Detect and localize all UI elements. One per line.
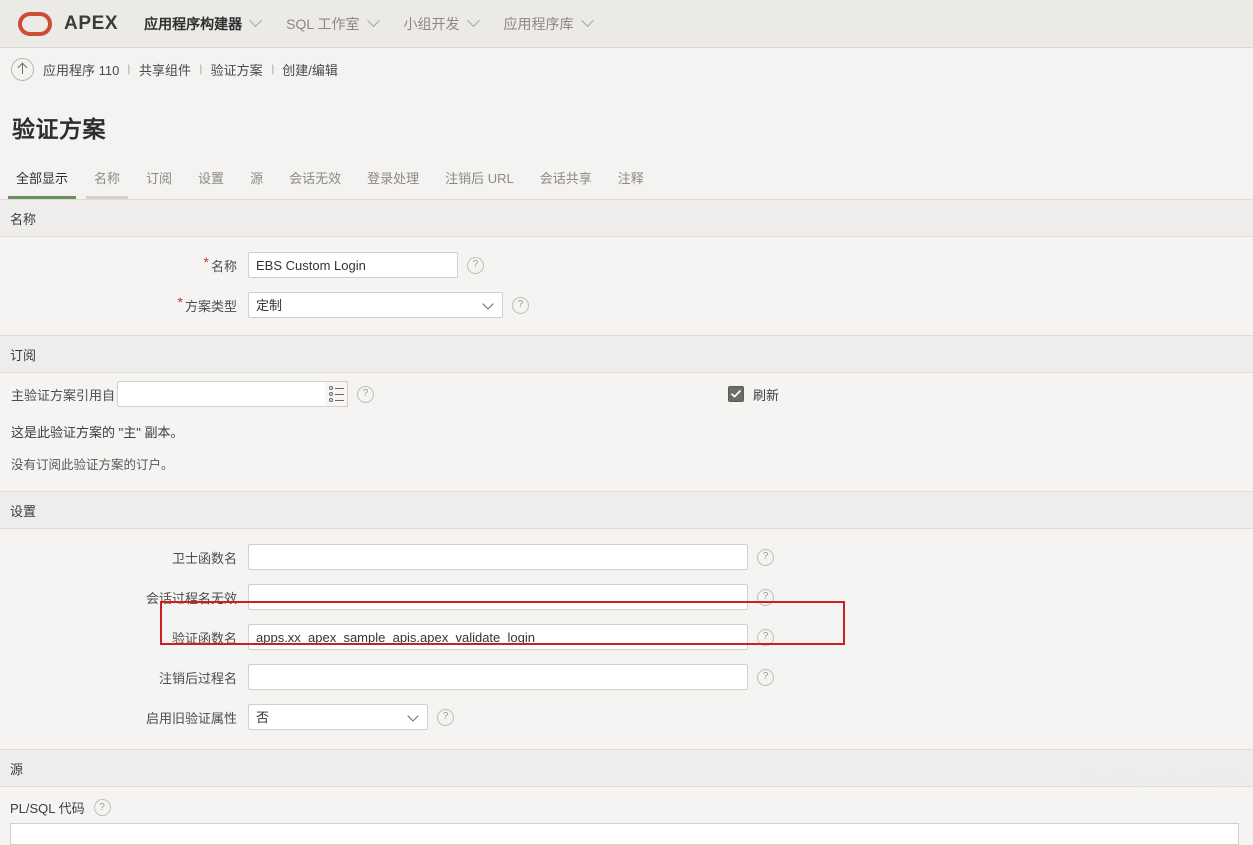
master-scheme-input[interactable] <box>117 381 325 407</box>
list-lov-icon[interactable] <box>325 381 348 407</box>
field-row-master-scheme: 主验证方案引用自 ? 刷新 <box>0 373 1253 415</box>
nav-item-sql-workshop-label: SQL 工作室 <box>286 15 360 32</box>
field-label-authentication-function: 验证函数名 <box>171 630 237 646</box>
tab-comments[interactable]: 注释 <box>610 168 652 199</box>
plsql-code-label: PL/SQL 代码 <box>10 801 85 816</box>
tab-login-processing[interactable]: 登录处理 <box>359 168 427 199</box>
nav-item-team-development-label: 小组开发 <box>403 15 460 32</box>
chevron-down-icon <box>580 14 594 28</box>
breadcrumb-item-create-edit[interactable]: 创建/编辑 <box>282 60 338 79</box>
legacy-attributes-select[interactable]: 否 <box>248 704 428 730</box>
section-body-name: *名称 ? *方案类型 定制 ? <box>0 237 1253 335</box>
breadcrumb-separator: \ <box>268 61 277 77</box>
post-logout-procedure-input[interactable] <box>248 664 748 690</box>
section-header-name: 名称 <box>0 199 1253 237</box>
help-icon[interactable]: ? <box>757 628 774 646</box>
breadcrumb-item-application[interactable]: 应用程序 110 <box>43 60 119 79</box>
sentry-function-input[interactable] <box>248 544 748 570</box>
help-icon[interactable]: ? <box>512 296 529 314</box>
help-icon[interactable]: ? <box>757 548 774 566</box>
field-row-legacy-attributes: 启用旧验证属性 否 ? <box>0 697 1253 737</box>
breadcrumb-separator: \ <box>125 61 133 77</box>
section-body-settings: 卫士函数名 ? 会话过程名无效 ? 验证函数名 ? 注销后过程名 ? 启用旧验证… <box>0 529 1253 749</box>
help-icon[interactable]: ? <box>757 668 774 686</box>
breadcrumb: 应用程序 110 \ 共享组件 \ 验证方案 \ 创建/编辑 <box>0 48 1253 90</box>
subscription-note-master: 这是此验证方案的 "主" 副本。 <box>11 424 184 440</box>
required-indicator-icon: * <box>203 253 209 270</box>
authentication-function-input[interactable] <box>248 624 748 650</box>
plsql-code-textarea[interactable] <box>10 823 1239 845</box>
help-icon[interactable]: ? <box>93 799 111 816</box>
section-header-settings: 设置 <box>0 491 1253 529</box>
field-label-invalid-session-procedure: 会话过程名无效 <box>145 590 237 606</box>
tab-logout-url[interactable]: 注销后 URL <box>437 168 522 199</box>
section-tabs: 全部显示 名称 订阅 设置 源 会话无效 登录处理 注销后 URL 会话共享 注… <box>0 161 1253 199</box>
nav-item-app-builder[interactable]: 应用程序构建器 <box>144 14 263 34</box>
field-row-scheme-type: * 方案类型 定制 ? <box>0 285 1253 325</box>
section-body-source: PL/SQL 代码 ? <box>0 787 1253 845</box>
chevron-down-icon <box>466 14 480 28</box>
chevron-down-icon <box>366 14 380 28</box>
name-input[interactable] <box>248 252 458 278</box>
field-label-post-logout-procedure: 注销后过程名 <box>158 670 237 686</box>
chevron-down-icon <box>249 14 263 28</box>
help-icon[interactable]: ? <box>437 708 454 726</box>
field-row-post-logout-procedure: 注销后过程名 ? <box>0 657 1253 697</box>
arrow-up-icon[interactable] <box>11 57 34 81</box>
legacy-attributes-select-wrapper: 否 <box>248 704 428 730</box>
page-title: 验证方案 <box>12 116 106 142</box>
required-indicator-icon: * <box>177 293 183 310</box>
breadcrumb-separator: \ <box>197 61 205 77</box>
field-row-invalid-session-procedure: 会话过程名无效 ? <box>0 577 1253 617</box>
section-body-subscription: 主验证方案引用自 ? 刷新 这是此验证方案的 "主" 副本。 没有订阅此验证方案… <box>0 373 1253 491</box>
subscription-note-subscribers: 没有订阅此验证方案的订户。 <box>11 457 174 472</box>
field-label-master-scheme: 主验证方案引用自 <box>11 387 116 403</box>
section-header-source: 源 <box>0 749 1253 787</box>
refresh-checkbox-label: 刷新 <box>753 387 780 403</box>
tab-session-sharing[interactable]: 会话共享 <box>532 168 600 199</box>
field-label-scheme-type: * 方案类型 <box>177 293 237 314</box>
nav-item-app-gallery-label: 应用程序库 <box>503 15 574 32</box>
field-row-name: *名称 ? <box>0 245 1253 285</box>
help-icon[interactable]: ? <box>357 385 374 403</box>
tab-show-all[interactable]: 全部显示 <box>8 168 77 199</box>
help-icon[interactable]: ? <box>467 256 484 274</box>
tab-settings[interactable]: 设置 <box>190 168 232 199</box>
field-label-legacy-attributes: 启用旧验证属性 <box>145 710 237 726</box>
breadcrumb-item-authentication-schemes[interactable]: 验证方案 <box>211 60 263 79</box>
invalid-session-procedure-input[interactable] <box>248 584 748 610</box>
tab-name[interactable]: 名称 <box>86 168 129 199</box>
refresh-checkbox-row: 刷新 <box>728 385 779 404</box>
top-navigation-bar: APEX 应用程序构建器 SQL 工作室 小组开发 应用程序库 <box>0 0 1253 48</box>
refresh-checkbox[interactable] <box>728 386 744 402</box>
nav-item-app-gallery[interactable]: 应用程序库 <box>503 14 594 34</box>
nav-item-sql-workshop[interactable]: SQL 工作室 <box>286 14 380 34</box>
field-row-authentication-function: 验证函数名 ? <box>0 617 1253 657</box>
plsql-code-label-row: PL/SQL 代码 ? <box>0 787 1253 823</box>
apex-logo-icon <box>18 11 52 36</box>
scheme-type-select-wrapper: 定制 <box>248 292 503 318</box>
nav-item-team-development[interactable]: 小组开发 <box>403 14 480 34</box>
nav-item-app-builder-label: 应用程序构建器 <box>144 15 243 32</box>
tab-source[interactable]: 源 <box>242 168 271 199</box>
field-label-name: * 名称 <box>203 253 237 274</box>
field-label-sentry-function: 卫士函数名 <box>171 550 237 566</box>
help-icon[interactable]: ? <box>757 588 774 606</box>
tab-session-invalid[interactable]: 会话无效 <box>281 168 349 199</box>
scheme-type-select[interactable]: 定制 <box>248 292 503 318</box>
apex-wordmark: APEX <box>64 12 119 34</box>
breadcrumb-item-shared-components[interactable]: 共享组件 <box>139 60 191 79</box>
tab-subscription[interactable]: 订阅 <box>138 168 180 199</box>
section-header-subscription: 订阅 <box>0 335 1253 373</box>
field-row-sentry-function: 卫士函数名 ? <box>0 537 1253 577</box>
